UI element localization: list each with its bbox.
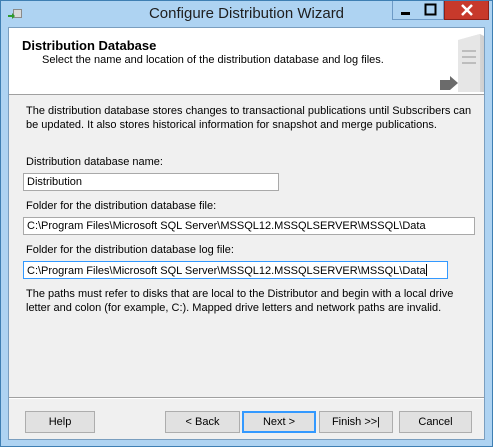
help-button[interactable]: Help — [25, 411, 95, 433]
back-button[interactable]: < Back — [165, 411, 240, 433]
finish-button[interactable]: Finish >>| — [319, 411, 393, 433]
page-title: Distribution Database — [22, 38, 157, 53]
page-subtitle: Select the name and location of the dist… — [42, 54, 384, 66]
next-button[interactable]: Next > — [242, 411, 316, 433]
maximize-icon — [424, 3, 437, 16]
path-note-text: The paths must refer to disks that are l… — [26, 288, 454, 314]
footer-divider — [9, 397, 484, 399]
close-button[interactable] — [444, 1, 489, 20]
log-folder-value: C:\Program Files\Microsoft SQL Server\MS… — [27, 265, 426, 277]
wizard-header: Distribution Database Select the name an… — [9, 28, 484, 95]
data-folder-field[interactable]: C:\Program Files\Microsoft SQL Server\MS… — [23, 217, 475, 235]
server-icon — [440, 34, 484, 92]
wizard-page: Distribution Database Select the name an… — [8, 27, 485, 440]
data-folder-label: Folder for the distribution database fil… — [26, 200, 217, 212]
db-name-field[interactable]: Distribution — [23, 173, 279, 191]
log-folder-field[interactable]: C:\Program Files\Microsoft SQL Server\MS… — [23, 261, 448, 279]
maximize-button[interactable] — [418, 1, 444, 20]
cancel-button[interactable]: Cancel — [399, 411, 472, 433]
log-folder-label: Folder for the distribution database log… — [26, 244, 234, 256]
wizard-window: Configure Distribution Wizard Distributi… — [0, 0, 493, 447]
description-text: The distribution database stores changes… — [26, 105, 472, 131]
db-name-label: Distribution database name: — [26, 156, 163, 168]
minimize-button[interactable] — [392, 1, 419, 20]
close-icon — [461, 4, 473, 16]
text-caret — [425, 264, 427, 276]
title-bar[interactable]: Configure Distribution Wizard — [1, 1, 492, 26]
minimize-icon — [401, 12, 410, 15]
